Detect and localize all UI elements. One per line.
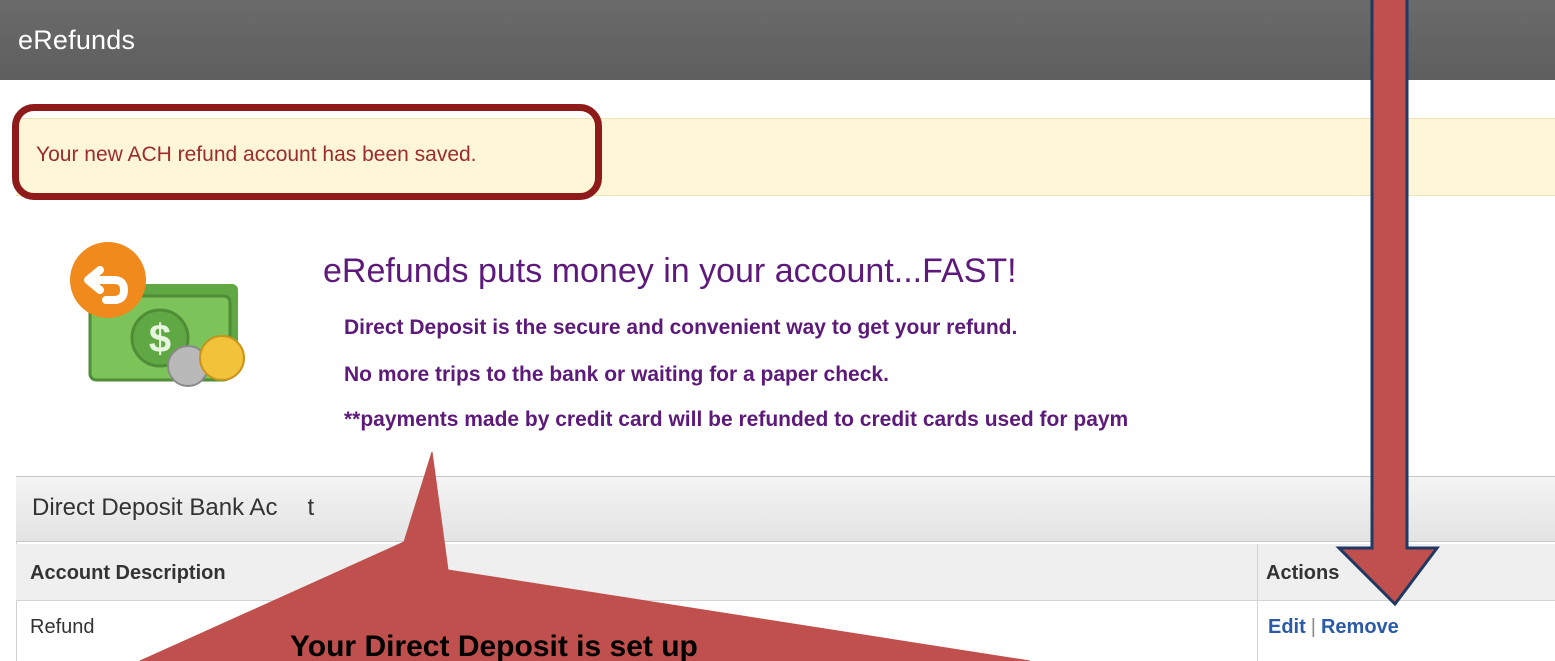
panel-title-end: t bbox=[307, 494, 315, 521]
success-message-highlight bbox=[12, 104, 602, 200]
page-title: eRefunds bbox=[18, 25, 136, 55]
edit-link[interactable]: Edit bbox=[1268, 616, 1306, 638]
remove-link[interactable]: Remove bbox=[1321, 616, 1399, 638]
actions-cell: Edit | Remove bbox=[1268, 616, 1399, 639]
account-description-cell: Refund bbox=[30, 616, 95, 638]
dollar-glyph: $ bbox=[149, 317, 171, 361]
promo-heading: eRefunds puts money in your account...FA… bbox=[323, 252, 1017, 290]
column-header-actions: Actions bbox=[1266, 562, 1340, 584]
title-bar bbox=[0, 0, 1555, 80]
gold-coin bbox=[199, 335, 245, 381]
panel-title: Direct Deposit Bank Ac t bbox=[32, 494, 314, 522]
promo-line-2: No more trips to the bank or waiting for… bbox=[344, 363, 889, 386]
promo-line-1: Direct Deposit is the secure and conveni… bbox=[344, 316, 1018, 339]
erefunds-screen: eRefunds Your new ACH refund account has… bbox=[0, 0, 1555, 661]
panel-title-start: Direct Deposit Bank Ac bbox=[32, 494, 278, 521]
column-divider bbox=[1257, 544, 1258, 661]
callout-text: Your Direct Deposit is set up bbox=[290, 630, 698, 661]
actions-separator: | bbox=[1310, 616, 1316, 638]
promo-line-3: **payments made by credit card will be r… bbox=[344, 408, 1129, 431]
money-refund-icon: $ bbox=[70, 242, 245, 387]
column-header-account-description: Account Description bbox=[30, 562, 226, 584]
